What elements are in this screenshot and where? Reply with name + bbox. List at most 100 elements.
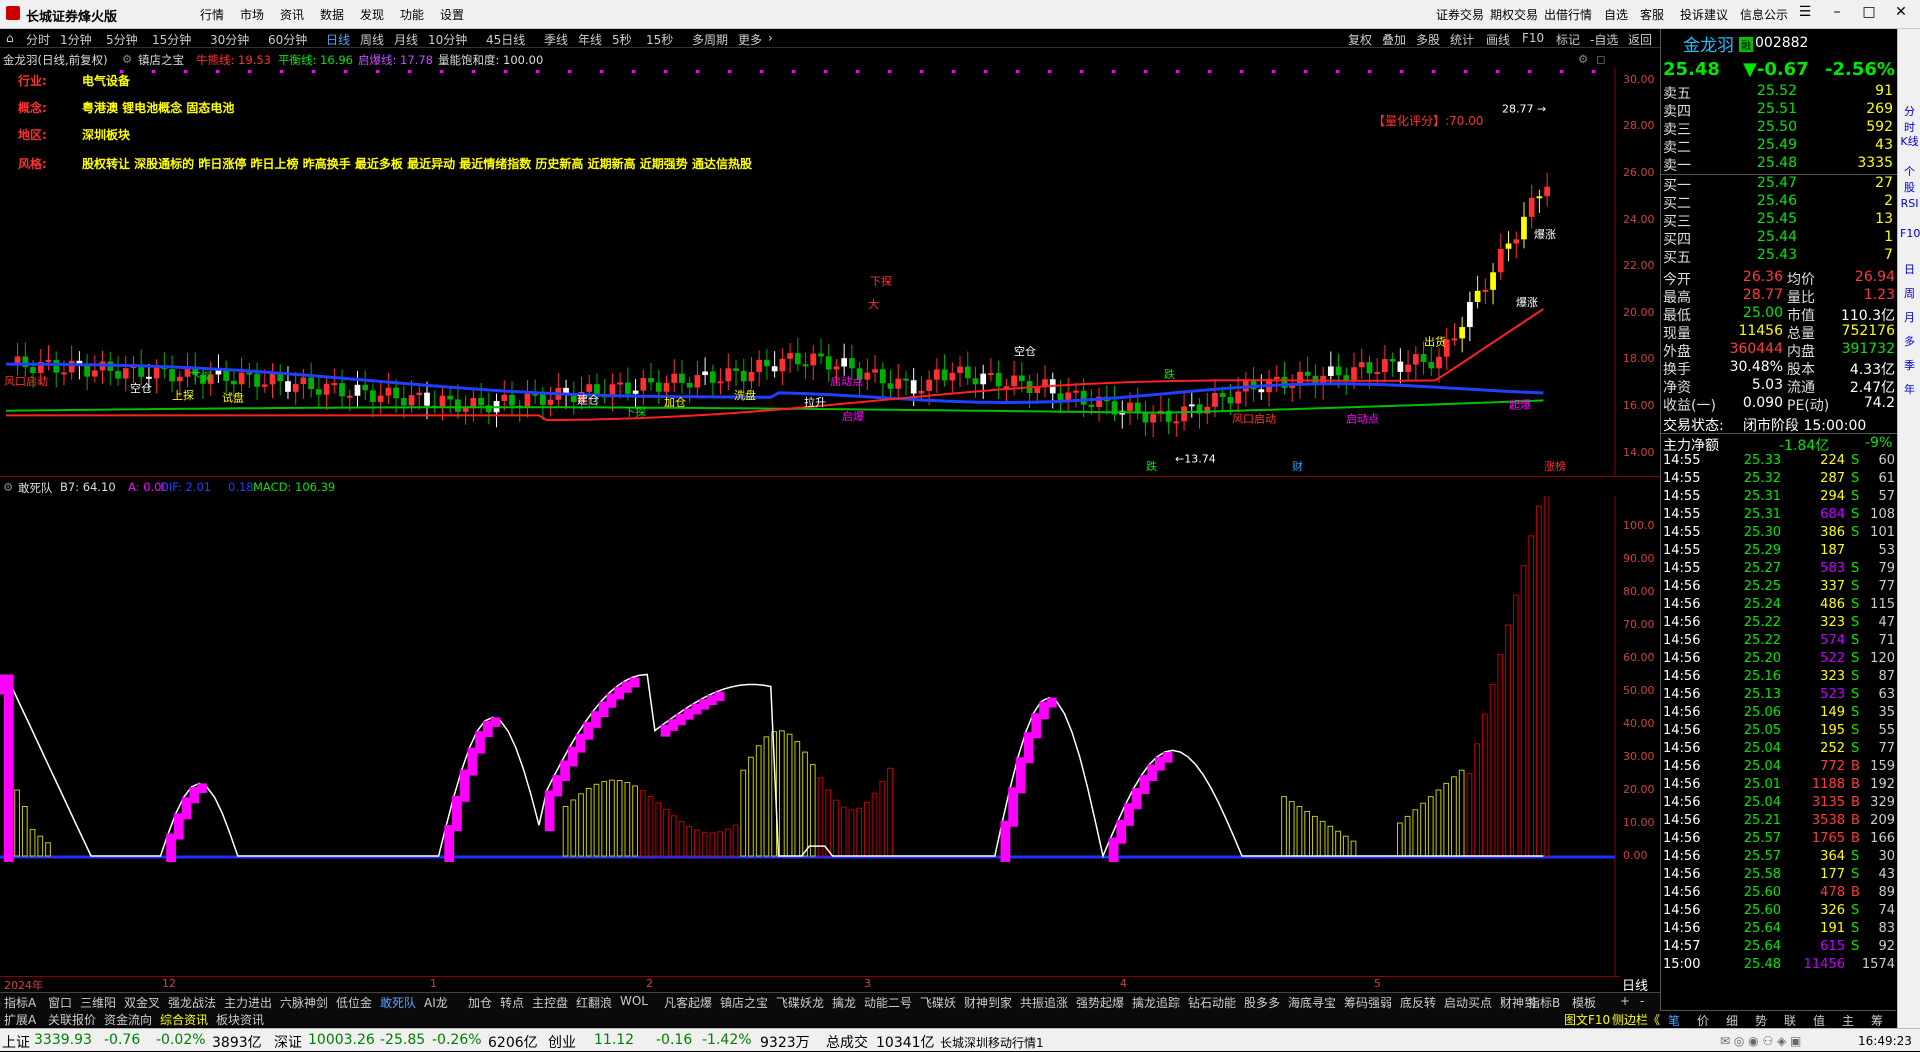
sidebar-item[interactable]: K线: [1900, 133, 1919, 149]
skin-icon[interactable]: ☰: [1793, 4, 1817, 20]
settings-icon[interactable]: ⚙: [1578, 52, 1588, 66]
right-menu-item[interactable]: 自选: [1604, 6, 1628, 23]
right-menu-item[interactable]: 投诉建议: [1680, 6, 1728, 23]
indicator-tab[interactable]: 海底寻宝: [1288, 994, 1336, 1011]
sidebar-item[interactable]: 多: [1900, 333, 1919, 349]
f10-link[interactable]: 图文F10: [1564, 1011, 1610, 1028]
indicator-tab[interactable]: 低位金: [336, 994, 372, 1011]
sub-gear-icon[interactable]: ⚙: [3, 480, 13, 494]
period-10[interactable]: 45日线: [486, 31, 525, 48]
sidebar-item[interactable]: 周: [1900, 285, 1919, 301]
close-icon[interactable]: ✕: [1889, 4, 1913, 20]
indicator-tab[interactable]: 指标A: [4, 994, 36, 1011]
extension-tab[interactable]: 资金流向: [104, 1011, 152, 1028]
indicator-tab[interactable]: WOL: [620, 994, 648, 1008]
period-16[interactable]: 更多: [738, 31, 762, 48]
menu-item[interactable]: 设置: [440, 6, 464, 23]
menu-item[interactable]: 市场: [240, 6, 264, 23]
right-menu-item[interactable]: 信息公示: [1740, 6, 1788, 23]
menu-item[interactable]: 发现: [360, 6, 384, 23]
indicator-tab[interactable]: 三维阳: [80, 994, 116, 1011]
menu-item[interactable]: 数据: [320, 6, 344, 23]
sz-index[interactable]: 10003.26: [308, 1032, 375, 1048]
extension-tab[interactable]: 关联报价: [48, 1011, 96, 1028]
period-6[interactable]: 日线: [326, 31, 350, 48]
tool-1[interactable]: 叠加: [1382, 31, 1406, 48]
tool-3[interactable]: 统计: [1450, 31, 1474, 48]
sidebar-toggle[interactable]: 侧边栏《: [1612, 1011, 1660, 1028]
gear-icon[interactable]: ⚙: [122, 52, 132, 66]
home-icon[interactable]: ⌂: [6, 31, 14, 45]
indicator-tab[interactable]: 强龙战法: [168, 994, 216, 1011]
maximize-icon[interactable]: □: [1857, 4, 1881, 20]
indicator-tab[interactable]: 钻石动能: [1188, 994, 1236, 1011]
indicator-tab-right[interactable]: 模板: [1572, 994, 1596, 1011]
right-menu-item[interactable]: 客服: [1640, 6, 1664, 23]
right-menu-item[interactable]: 出借行情: [1544, 6, 1592, 23]
tool-0[interactable]: 复权: [1348, 31, 1372, 48]
period-1[interactable]: 1分钟: [60, 31, 92, 48]
period-13[interactable]: 5秒: [612, 31, 632, 48]
indicator-tab[interactable]: 强势起爆: [1076, 994, 1124, 1011]
right-menu-item[interactable]: 期权交易: [1490, 6, 1538, 23]
indicator-tab[interactable]: 飞碟妖龙: [776, 994, 824, 1011]
indicator-tab[interactable]: 凡客起爆: [664, 994, 712, 1011]
period-8[interactable]: 月线: [394, 31, 418, 48]
bid-row[interactable]: 买五 25.43 7: [1661, 247, 1897, 266]
indicator-tab[interactable]: AI龙: [424, 994, 448, 1011]
right-panel-tab[interactable]: 细: [1726, 1012, 1738, 1029]
indicator-tab[interactable]: 窗口: [48, 994, 72, 1011]
extension-tab[interactable]: 板块资讯: [216, 1011, 264, 1028]
indicator-tab[interactable]: 底反转: [1400, 994, 1436, 1011]
menu-item[interactable]: 行情: [200, 6, 224, 23]
extension-tab[interactable]: 综合资讯: [160, 1011, 208, 1028]
ask-row[interactable]: 卖五 25.52 91: [1661, 83, 1897, 102]
ask-row[interactable]: 卖三 25.50 592: [1661, 119, 1897, 138]
period-12[interactable]: 年线: [578, 31, 602, 48]
indicator-tab[interactable]: 共振追涨: [1020, 994, 1068, 1011]
indicator-tab[interactable]: 主力进出: [224, 994, 272, 1011]
period-5[interactable]: 60分钟: [268, 31, 307, 48]
ask-row[interactable]: 卖二 25.49 43: [1661, 137, 1897, 156]
right-panel-tab[interactable]: 值: [1813, 1012, 1825, 1029]
right-panel-tab[interactable]: 价: [1697, 1012, 1709, 1029]
right-panel-tab[interactable]: 笔: [1668, 1012, 1680, 1029]
tool-5[interactable]: F10: [1522, 31, 1544, 45]
indicator-tab[interactable]: 筹码强弱: [1344, 994, 1392, 1011]
indicator-tab[interactable]: 飞碟妖: [920, 994, 956, 1011]
indicator-tab-right[interactable]: +: [1620, 994, 1630, 1008]
indicator-tab[interactable]: 主控盘: [532, 994, 568, 1011]
tick-list[interactable]: 14:55 25.33 224 S 60 14:55 25.32 287 S 61 14:55 25.…: [1661, 453, 1897, 1013]
expand-icon[interactable]: ◻: [1596, 52, 1606, 66]
indicator-name[interactable]: 镇店之宝: [138, 52, 184, 68]
period-9[interactable]: 10分钟: [428, 31, 467, 48]
bid-row[interactable]: 买一 25.47 27: [1661, 175, 1897, 194]
extension-tab[interactable]: 扩展A: [4, 1011, 36, 1028]
indicator-tab-right[interactable]: 指标B: [1528, 994, 1560, 1011]
bid-row[interactable]: 买四 25.44 1: [1661, 229, 1897, 248]
bid-row[interactable]: 买三 25.45 13: [1661, 211, 1897, 230]
indicator-tab[interactable]: 财神到家: [964, 994, 1012, 1011]
sidebar-item[interactable]: 季: [1900, 357, 1919, 373]
ask-row[interactable]: 卖一 25.48 3335: [1661, 155, 1897, 174]
indicator-tab[interactable]: 擒龙追踪: [1132, 994, 1180, 1011]
indicator-tab[interactable]: 转点: [500, 994, 524, 1011]
sub-indicator-chart[interactable]: [0, 496, 1620, 976]
indicator-tab[interactable]: 动能二号: [864, 994, 912, 1011]
period-11[interactable]: 季线: [544, 31, 568, 48]
tool-4[interactable]: 画线: [1486, 31, 1510, 48]
sidebar-item[interactable]: 月: [1900, 309, 1919, 325]
period-4[interactable]: 30分钟: [210, 31, 249, 48]
sidebar-item[interactable]: RSI: [1900, 197, 1919, 210]
period-0[interactable]: 分时: [26, 31, 50, 48]
tool-6[interactable]: 标记: [1556, 31, 1580, 48]
indicator-tab[interactable]: 六脉神剑: [280, 994, 328, 1011]
right-panel-tab[interactable]: 主: [1842, 1012, 1854, 1029]
indicator-tab[interactable]: 敢死队: [380, 994, 416, 1011]
period-15[interactable]: 多周期: [692, 31, 728, 48]
indicator-tab[interactable]: 双金叉: [124, 994, 160, 1011]
period-2[interactable]: 5分钟: [106, 31, 138, 48]
right-panel-tab[interactable]: 联: [1784, 1012, 1796, 1029]
sidebar-item[interactable]: 分时: [1900, 103, 1919, 135]
chevron-right-icon[interactable]: ›: [768, 31, 773, 45]
